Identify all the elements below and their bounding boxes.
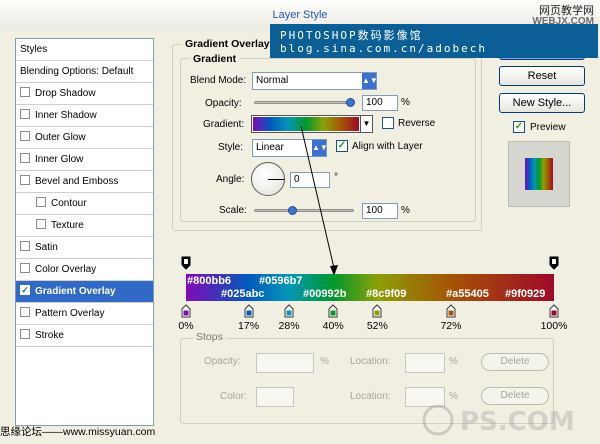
stops-group-title: Stops — [193, 331, 226, 343]
stop-opacity-label: Opacity: — [204, 356, 241, 367]
color-stop-location: 40% — [322, 320, 344, 332]
color-stop-location: 28% — [278, 320, 300, 332]
stop-label: #9f0929 — [505, 288, 546, 300]
watermark-bottom-left: 思缘论坛——www.missyuan.com — [0, 426, 156, 438]
watermark-logo: PS.COM — [420, 400, 590, 440]
color-stop[interactable] — [549, 304, 559, 318]
stop-label: #8c9f09 — [366, 288, 407, 300]
color-stop-location: 52% — [366, 320, 388, 332]
color-stop[interactable] — [181, 304, 191, 318]
color-stop-location: 17% — [238, 320, 260, 332]
stop-opacity-pct: % — [320, 356, 329, 367]
color-stop[interactable] — [244, 304, 254, 318]
opacity-stop-right[interactable] — [549, 256, 559, 270]
opacity-stop-left[interactable] — [181, 256, 191, 270]
stop-label: #025abc — [221, 288, 265, 300]
stop-label: #0596b7 — [259, 275, 303, 287]
delete-opacity-stop-button[interactable]: Delete — [481, 353, 549, 371]
color-stop[interactable] — [372, 304, 382, 318]
stop-color-location-label: Location: — [350, 391, 391, 402]
color-stop-location: 72% — [440, 320, 462, 332]
stop-opacity-input[interactable] — [256, 353, 314, 373]
color-stop-location: 100% — [540, 320, 568, 332]
stop-color-label: Color: — [220, 391, 247, 402]
color-stop[interactable] — [284, 304, 294, 318]
svg-text:PS.COM: PS.COM — [460, 407, 575, 437]
stop-color-swatch[interactable] — [256, 387, 294, 407]
stop-label: #00992b — [303, 288, 347, 300]
color-stop[interactable] — [328, 304, 338, 318]
pointer-arrow-line — [300, 125, 335, 269]
stop-label: #800bb6 — [187, 275, 232, 287]
color-stop[interactable] — [446, 304, 456, 318]
stop-label: #a55405 — [446, 288, 489, 300]
stop-opacity-location-pct: % — [449, 356, 458, 367]
stop-opacity-location-input[interactable] — [405, 353, 445, 373]
stop-opacity-location-label: Location: — [350, 356, 391, 367]
